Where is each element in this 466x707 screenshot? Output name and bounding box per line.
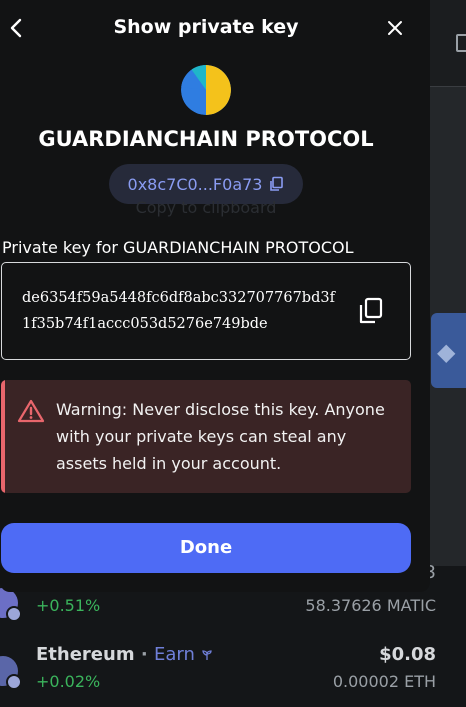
show-private-key-modal: Show private key GUARDIANCHAIN PROTOCOL … [0,0,430,592]
network-badge [6,606,22,622]
network-badge [6,674,22,690]
copy-icon [270,176,284,191]
account-address: 0x8c7C0...F0a73 [127,174,263,194]
earn-link[interactable]: Earn [154,644,195,665]
copy-icon[interactable] [358,297,384,325]
asset-change: +0.51% [36,596,101,615]
ethereum-icon: ◆ [437,338,456,366]
private-key-text[interactable]: de6354f59a5448fc6df8abc332707767bd3f1f35… [22,285,342,337]
close-icon[interactable] [384,17,406,39]
matic-avatar [0,588,22,622]
ethereum-avatar [0,656,22,690]
separator: · [140,644,148,665]
asset-amount: 0.00002 ETH [332,672,436,691]
asset-amount: 58.37626 MATIC [305,596,436,615]
ethereum-card[interactable]: ◆ [431,313,466,388]
asset-name: Ethereum · Earn [36,644,213,665]
warning-accent-bar [1,380,5,493]
private-key-label: Private key for GUARDIANCHAIN PROTOCOL [2,238,354,257]
account-name: GUARDIANCHAIN PROTOCOL [38,127,374,151]
account-avatar [181,65,231,115]
divider [430,86,466,87]
copy-tooltip: Copy to clipboard [135,198,277,217]
asset-name-text: Ethereum [36,644,135,665]
modal-title: Show private key [113,16,299,38]
warning-banner: Warning: Never disclose this key. Anyone… [1,380,411,493]
private-key-box: de6354f59a5448fc6df8abc332707767bd3f1f35… [1,262,411,360]
asset-change: +0.02% [36,672,101,691]
earn-sprout-icon [202,650,212,660]
done-button[interactable]: Done [1,523,411,573]
asset-row-ethereum[interactable]: Ethereum · Earn $0.08 +0.02% 0.00002 ETH [0,642,466,702]
modal-header: Show private key [0,0,430,56]
settings-icon[interactable] [456,34,466,52]
warning-triangle-icon [17,399,45,423]
asset-value: $0.08 [379,644,436,665]
warning-text: Warning: Never disclose this key. Anyone… [56,400,385,473]
